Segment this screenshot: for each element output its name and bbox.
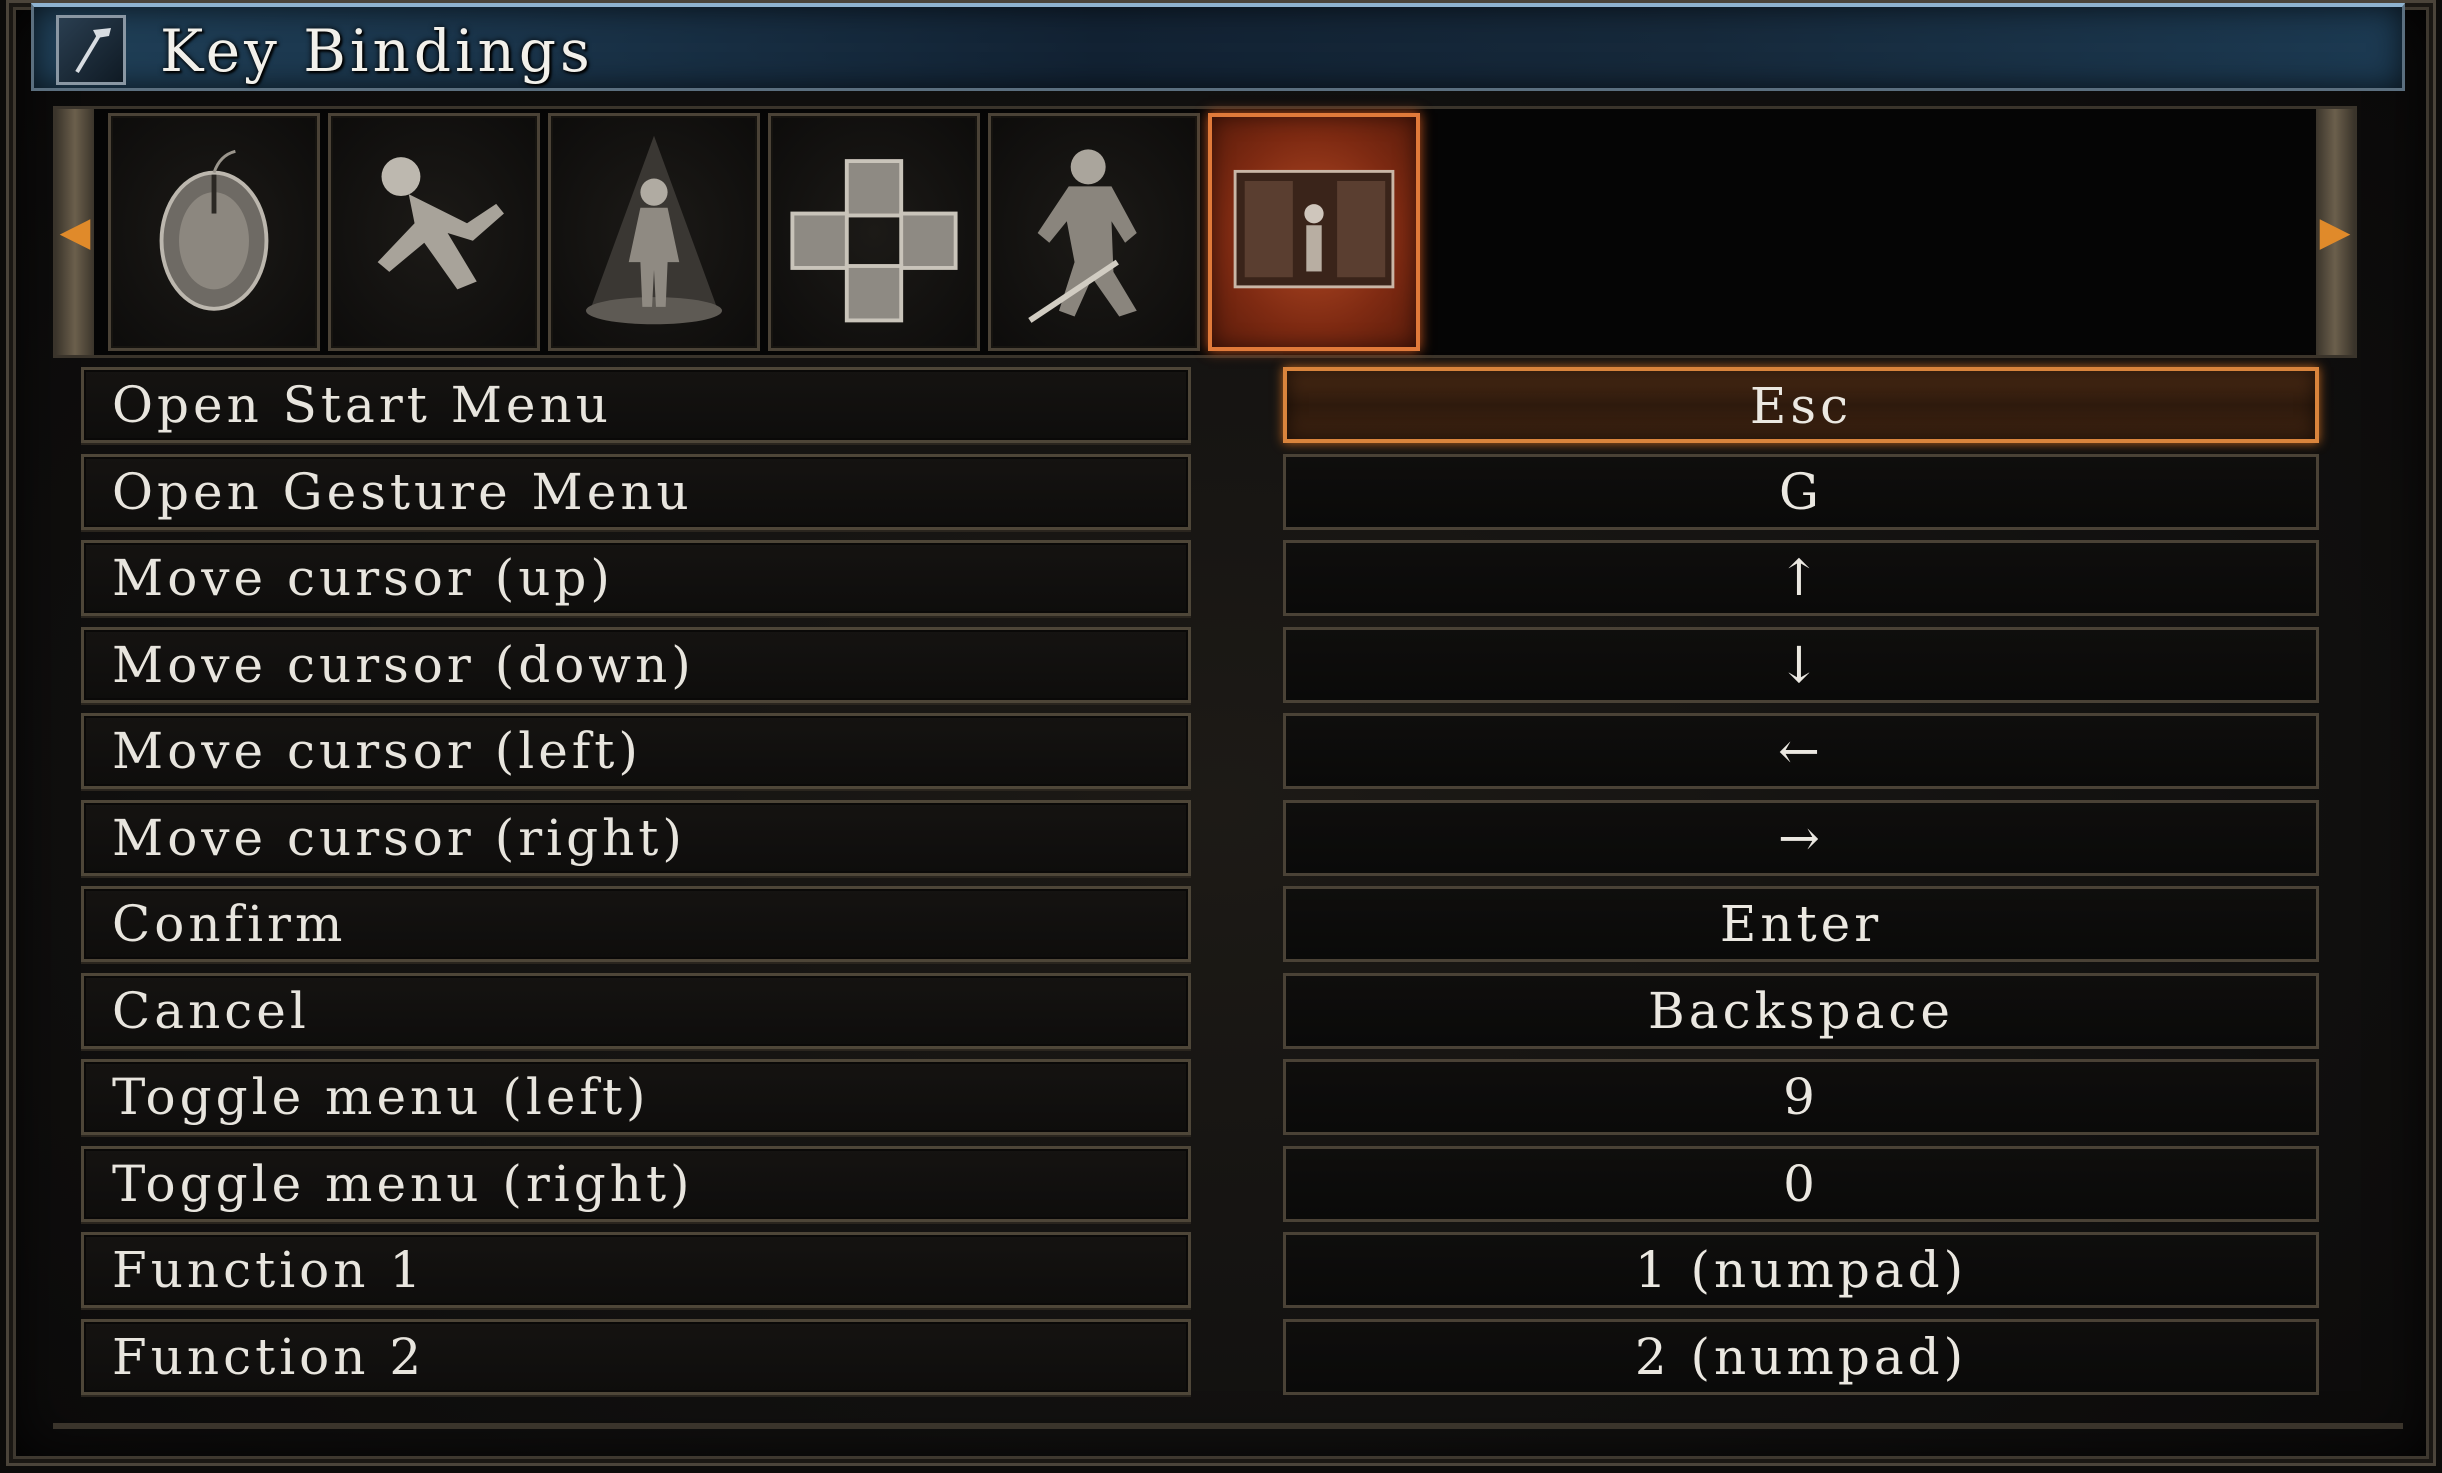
action-label-cell[interactable]: Confirm — [81, 886, 1191, 962]
key-value-cell[interactable]: 9 — [1283, 1059, 2319, 1135]
action-label-cell[interactable]: Function 1 — [81, 1232, 1191, 1308]
key-value: G — [1779, 462, 1823, 521]
action-label-cell[interactable]: Move cursor (up) — [81, 540, 1191, 616]
key-value: 2 (numpad) — [1634, 1327, 1968, 1386]
action-label: Cancel — [112, 981, 310, 1040]
equipment-slots-icon — [790, 159, 958, 323]
action-label: Open Gesture Menu — [112, 462, 693, 521]
key-value: Enter — [1719, 895, 1883, 953]
action-label: Function 1 — [112, 1241, 426, 1299]
tab-combat[interactable] — [988, 113, 1200, 351]
action-label-cell[interactable]: Function 2 — [81, 1318, 1191, 1395]
character-spotlight-icon — [585, 135, 723, 325]
action-label: Confirm — [112, 895, 347, 953]
key-value-cell[interactable]: Enter — [1283, 886, 2319, 962]
tab-scroll-left-arrow-icon[interactable]: ◀ — [56, 109, 94, 355]
tab-character[interactable] — [548, 113, 760, 351]
action-label: Move cursor (left) — [112, 722, 642, 780]
action-label: Move cursor (down) — [112, 635, 695, 694]
mouse-icon — [159, 149, 269, 311]
tab-menu[interactable] — [1208, 113, 1420, 351]
key-value-cell[interactable]: 0 — [1283, 1145, 2319, 1222]
key-value-cell[interactable]: 2 (numpad) — [1283, 1318, 2319, 1395]
title-bar: Key Bindings — [31, 3, 2405, 91]
category-tab-strip: ◀ ▶ — [53, 106, 2357, 358]
action-label-cell[interactable]: Cancel — [81, 972, 1191, 1049]
action-label-cell[interactable]: Move cursor (left) — [81, 713, 1191, 789]
action-label-cell[interactable]: Move cursor (down) — [81, 626, 1191, 703]
key-value: Esc — [1749, 377, 1853, 435]
key-value: ← — [1778, 722, 1824, 780]
action-label: Move cursor (right) — [112, 808, 686, 867]
action-label-cell[interactable]: Toggle menu (left) — [81, 1059, 1191, 1135]
key-value-cell[interactable]: ← — [1283, 713, 2319, 789]
action-label-cell[interactable]: Move cursor (right) — [81, 799, 1191, 876]
tab-scroll-right-arrow-icon[interactable]: ▶ — [2316, 109, 2354, 355]
key-value: 9 — [1783, 1068, 1819, 1126]
key-value-cell[interactable]: ↓ — [1283, 626, 2319, 703]
key-value: ↑ — [1778, 549, 1824, 607]
key-value: Backspace — [1648, 981, 1954, 1040]
key-bindings-window: Key Bindings ◀ ▶ Open Start Menu Esc Ope… — [6, 0, 2436, 1466]
bottom-divider — [53, 1423, 2403, 1429]
key-value-cell[interactable]: ↑ — [1283, 540, 2319, 616]
action-label: Open Start Menu — [112, 376, 612, 434]
knight-warrior-icon — [1028, 149, 1137, 323]
menu-screen-icon — [1233, 169, 1395, 289]
action-label-cell[interactable]: Open Gesture Menu — [81, 453, 1191, 530]
action-label-cell[interactable]: Toggle menu (right) — [81, 1145, 1191, 1222]
key-value: ↓ — [1778, 635, 1824, 694]
tab-mouse[interactable] — [108, 113, 320, 351]
action-label: Toggle menu (right) — [112, 1154, 694, 1213]
tab-equipment[interactable] — [768, 113, 980, 351]
action-label: Move cursor (up) — [112, 549, 614, 607]
key-value: 1 (numpad) — [1634, 1241, 1968, 1299]
action-label: Toggle menu (left) — [112, 1068, 650, 1126]
key-value-cell[interactable]: → — [1283, 799, 2319, 876]
key-value: 0 — [1783, 1154, 1819, 1213]
key-value: → — [1778, 808, 1824, 867]
key-value-cell[interactable]: Backspace — [1283, 972, 2319, 1049]
key-value-cell[interactable]: G — [1283, 453, 2319, 530]
hammer-icon — [56, 15, 126, 85]
action-label: Function 2 — [112, 1327, 426, 1386]
tab-movement[interactable] — [328, 113, 540, 351]
key-value-cell[interactable]: 1 (numpad) — [1283, 1232, 2319, 1308]
action-label-cell[interactable]: Open Start Menu — [81, 367, 1191, 443]
window-title: Key Bindings — [160, 17, 594, 85]
running-figure-icon — [377, 157, 504, 290]
key-value-cell-selected[interactable]: Esc — [1283, 367, 2319, 443]
